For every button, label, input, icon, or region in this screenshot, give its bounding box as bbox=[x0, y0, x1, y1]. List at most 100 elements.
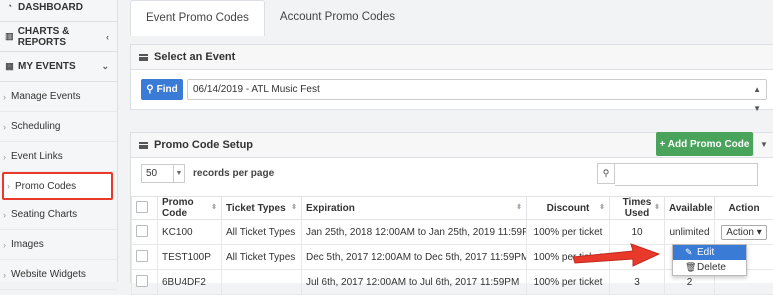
bar-chart-icon: ▥ bbox=[5, 32, 14, 41]
select-event-panel: Select an Event ⚲ Find 06/14/2019 - ATL … bbox=[130, 44, 773, 110]
tabs: Event Promo Codes Account Promo Codes bbox=[130, 0, 410, 35]
sort-icon: ⬍ bbox=[654, 203, 660, 211]
chevron-right-icon: › bbox=[3, 92, 6, 102]
row-checkbox[interactable] bbox=[136, 250, 148, 262]
records-per-page-value: 50 bbox=[146, 168, 157, 179]
chevron-icon: ⌄ bbox=[101, 61, 109, 72]
sidebar-item-label: Images bbox=[11, 239, 44, 250]
column-header[interactable]: Action bbox=[715, 197, 773, 220]
red-arrow-annotation bbox=[571, 241, 663, 271]
row-checkbox-cell bbox=[132, 220, 158, 245]
column-header[interactable]: Discount⬍ bbox=[527, 197, 610, 220]
chevron-right-icon: › bbox=[3, 122, 6, 132]
cell-types: All Ticket Types bbox=[222, 220, 302, 245]
edit-icon: ✎ bbox=[685, 247, 697, 258]
sidebar-item-label: Website Widgets bbox=[11, 269, 86, 280]
edit-label: Edit bbox=[697, 247, 714, 258]
cell-expiration: Dec 5th, 2017 12:00AM to Dec 5th, 2017 1… bbox=[302, 245, 527, 270]
search-input[interactable] bbox=[615, 163, 758, 186]
row-checkbox[interactable] bbox=[136, 275, 148, 287]
tab-account-promo-codes[interactable]: Account Promo Codes bbox=[265, 0, 410, 35]
caret-down-icon: ▾ bbox=[754, 227, 762, 238]
event-select-value: 06/14/2019 - ATL Music Fest bbox=[193, 84, 320, 95]
sidebar-item-my-events[interactable]: ▦ MY EVENTS ⌄ bbox=[0, 52, 117, 82]
sidebar-item-promo-codes[interactable]: ›Promo Codes bbox=[2, 172, 113, 200]
add-promo-code-button[interactable]: + Add Promo Code bbox=[656, 132, 753, 156]
updown-icon: ▲▼ bbox=[753, 80, 761, 118]
cell-action: Action ▾ bbox=[715, 220, 773, 245]
records-per-page: 50 ▼ records per page bbox=[141, 164, 274, 183]
column-header-label: Ticket Types bbox=[226, 203, 286, 214]
cell-code: KC100 bbox=[158, 220, 222, 245]
sidebar-item-images[interactable]: › Images bbox=[0, 230, 117, 260]
chevron-right-icon: › bbox=[3, 240, 6, 250]
edit-menu-item[interactable]: ✎ Edit bbox=[673, 245, 746, 260]
sidebar-item-manage-events[interactable]: ›Manage Events bbox=[0, 82, 117, 112]
sidebar-item-event-links[interactable]: › Event Links bbox=[0, 142, 117, 172]
cell-types bbox=[222, 270, 302, 295]
records-per-page-select[interactable]: 50 ▼ bbox=[141, 164, 185, 183]
chevron-down-icon[interactable]: ▼ bbox=[753, 132, 773, 156]
sidebar-item-charts-reports[interactable]: ▥ CHARTS & REPORTS‹ bbox=[0, 22, 117, 52]
column-header[interactable]: Expiration ⬍ bbox=[302, 197, 527, 220]
column-header-label: Times Used bbox=[623, 197, 652, 219]
row-checkbox-cell bbox=[132, 245, 158, 270]
row-checkbox[interactable] bbox=[136, 225, 148, 237]
table-search: ⚲ bbox=[597, 163, 758, 186]
sidebar-item-label: MY EVENTS bbox=[18, 61, 76, 72]
column-header-label: Expiration bbox=[306, 203, 355, 214]
records-per-page-label: records per page bbox=[193, 168, 274, 179]
select-all-checkbox[interactable] bbox=[136, 201, 148, 213]
menu-icon bbox=[139, 142, 148, 149]
chevron-right-icon: › bbox=[3, 152, 6, 162]
sort-icon: ⬍ bbox=[211, 203, 217, 211]
table-header-row: Promo Code⬍Ticket Types⬍Expiration⬍Disco… bbox=[132, 197, 773, 220]
cell-expiration: Jul 6th, 2017 12:00AM to Jul 6th, 2017 1… bbox=[302, 270, 527, 295]
sort-icon: ⬍ bbox=[291, 203, 297, 211]
cell-used: 3 bbox=[610, 270, 665, 295]
main-content: Event Promo Codes Account Promo Codes Se… bbox=[118, 0, 773, 282]
select-event-title: Select an Event bbox=[154, 51, 235, 63]
search-icon[interactable]: ⚲ bbox=[597, 163, 615, 184]
sidebar-item-scheduling[interactable]: › Scheduling bbox=[0, 112, 117, 142]
column-header-label: Promo Code bbox=[162, 197, 194, 219]
cell-expiration: Jan 25th, 2018 12:00AM to Jan 25th, 2019… bbox=[302, 220, 527, 245]
grid-icon: ▦ bbox=[5, 62, 14, 71]
action-dropdown-menu: ✎ Edit 🗑 Delete bbox=[672, 244, 747, 276]
column-header[interactable]: Times Used⬍ bbox=[610, 197, 665, 220]
delete-menu-item[interactable]: 🗑 Delete bbox=[673, 260, 746, 275]
sort-icon: ⬍ bbox=[516, 203, 522, 211]
sidebar-item-label: CHARTS & REPORTS bbox=[18, 26, 117, 48]
sidebar-item-label: Promo Codes bbox=[15, 181, 76, 192]
find-label: Find bbox=[157, 84, 178, 95]
select-all-checkbox-cell[interactable] bbox=[132, 197, 158, 220]
column-header[interactable]: Ticket Types ⬍ bbox=[222, 197, 302, 220]
sidebar-item-label: Scheduling bbox=[11, 121, 60, 132]
action-label: Action bbox=[726, 227, 754, 238]
chevron-right-icon: › bbox=[3, 270, 6, 280]
cell-available: unlimited bbox=[665, 220, 715, 245]
sidebar-item-website-widgets[interactable]: › Website Widgets bbox=[0, 260, 117, 290]
sidebar-item-dashboard[interactable]: ◔DASHBOARD bbox=[0, 0, 117, 22]
find-button[interactable]: ⚲ Find bbox=[141, 79, 183, 100]
sidebar-item-seating-charts[interactable]: ›Seating Charts bbox=[0, 200, 117, 230]
search-icon: ⚲ bbox=[146, 84, 153, 95]
column-header[interactable]: Available bbox=[665, 197, 715, 220]
delete-label: Delete bbox=[697, 262, 726, 273]
dashboard-icon: ◔ bbox=[5, 2, 14, 11]
promo-setup-panel: Promo Code Setup + Add Promo Code ▼ 50 ▼… bbox=[130, 132, 773, 283]
event-select[interactable]: 06/14/2019 - ATL Music Fest ▲▼ bbox=[187, 79, 767, 100]
sidebar-item-label: Event Links bbox=[11, 151, 63, 162]
column-header-label: Available bbox=[669, 203, 713, 214]
sort-icon: ⬍ bbox=[599, 203, 605, 211]
menu-icon bbox=[139, 54, 148, 61]
caret-down-icon: ▼ bbox=[173, 165, 184, 182]
tab-event-promo-codes[interactable]: Event Promo Codes bbox=[130, 0, 265, 36]
chevron-icon: ‹ bbox=[106, 32, 109, 42]
action-button[interactable]: Action ▾ bbox=[721, 225, 767, 240]
cell-discount: 100% per ticket bbox=[527, 270, 610, 295]
table-row: KC100All Ticket TypesJan 25th, 2018 12:0… bbox=[132, 220, 773, 245]
column-header[interactable]: Promo Code ⬍ bbox=[158, 197, 222, 220]
sidebar: ◔DASHBOARD ▥ CHARTS & REPORTS‹ ▦ MY EVENTS ⌄ ›… bbox=[0, 0, 118, 282]
sidebar-item-label: Seating Charts bbox=[11, 209, 77, 220]
